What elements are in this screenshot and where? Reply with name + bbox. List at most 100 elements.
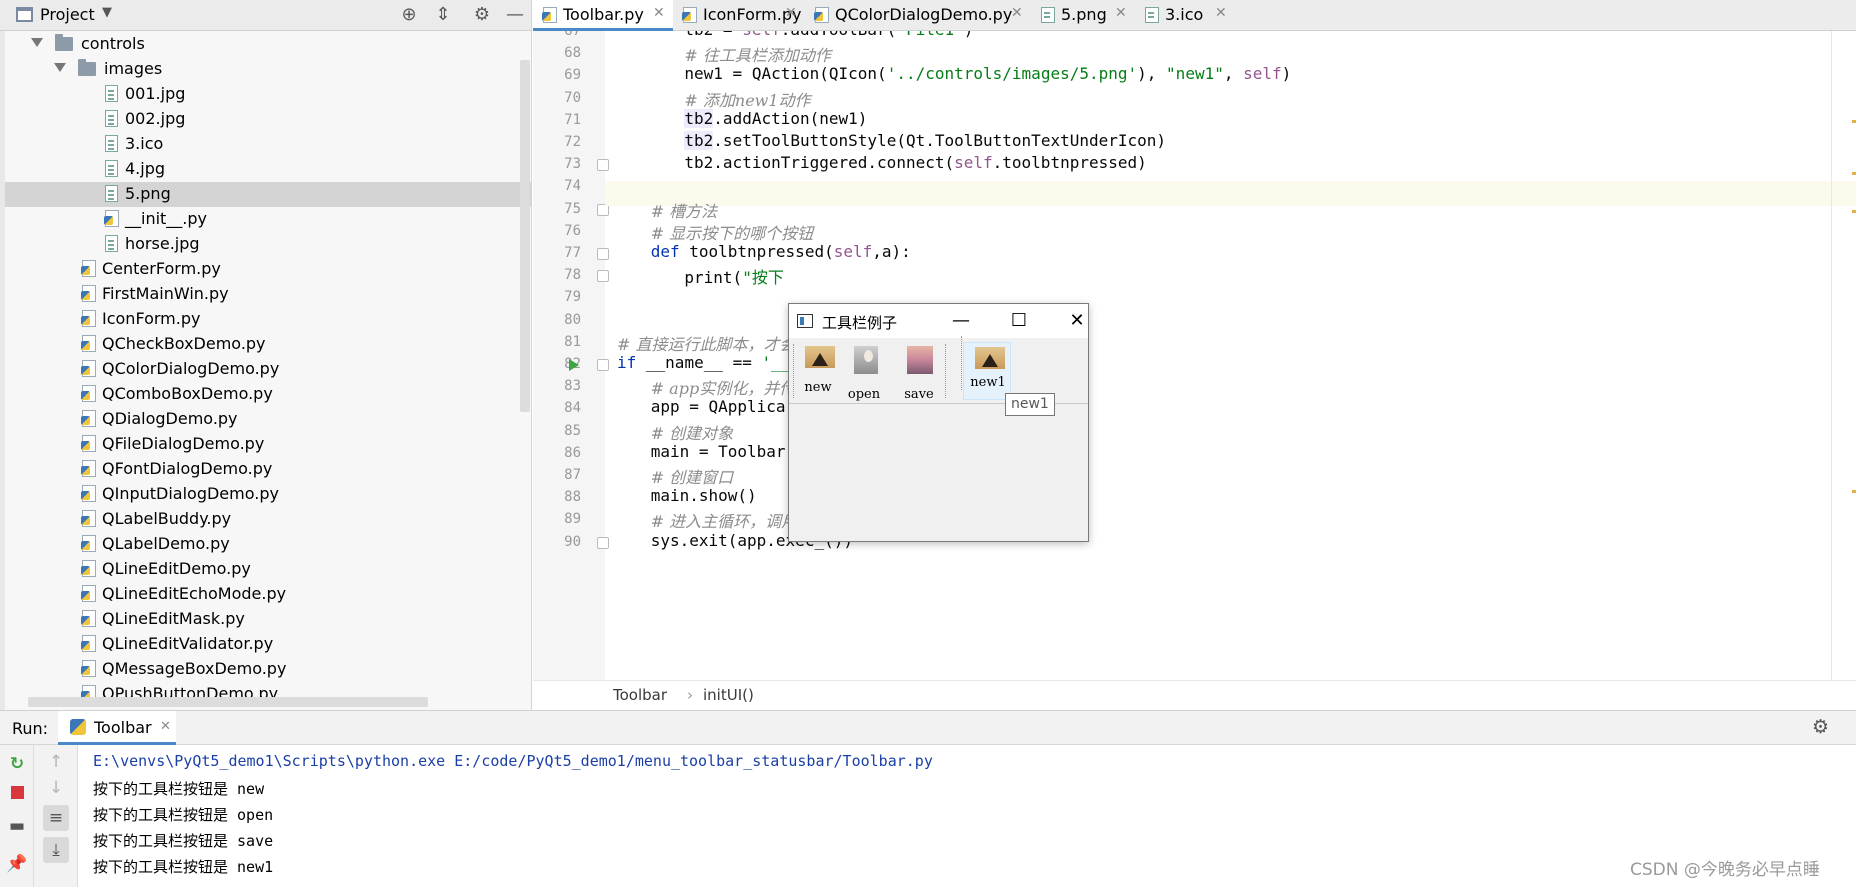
breadcrumb-class[interactable]: Toolbar (613, 686, 667, 704)
project-horizontal-scrollbar[interactable] (28, 697, 428, 707)
soft-wrap-icon[interactable]: ≡ (43, 805, 69, 831)
run-header: Run: Toolbar ✕ ⚙ (0, 711, 1856, 745)
tree-item[interactable]: QFileDialogDemo.py (5, 432, 531, 457)
code-line: tb2.actionTriggered.connect(self.toolbtn… (684, 153, 1146, 178)
hide-panel-icon[interactable]: — (504, 4, 526, 26)
project-vertical-scrollbar[interactable] (520, 60, 530, 412)
tree-item[interactable]: QLineEditDemo.py (5, 557, 531, 582)
editor-tab[interactable]: IconForm.py ✕ (673, 0, 805, 31)
rerun-icon[interactable]: ↻ (4, 751, 30, 777)
minimize-button[interactable]: — (941, 308, 981, 334)
run-tab-toolbar[interactable]: Toolbar ✕ (58, 711, 176, 745)
toolbar-button-open[interactable]: open (840, 342, 888, 402)
fold-marker-icon[interactable] (597, 159, 609, 172)
tree-item[interactable]: QLineEditValidator.py (5, 632, 531, 657)
editor-tab-bar: Toolbar.py ✕ IconForm.py ✕ QColorDialogDemo.… (533, 0, 1856, 31)
python-icon (70, 719, 86, 735)
line-number: 72 (564, 134, 581, 150)
close-button[interactable]: ✕ (1057, 308, 1097, 334)
code-token: # 直接运行此脚本，才会 (617, 334, 796, 354)
close-tab-icon[interactable]: ✕ (1115, 5, 1127, 21)
tree-item-label: QLabelBuddy.py (102, 509, 232, 528)
editor-tab[interactable]: Toolbar.py ✕ (533, 0, 673, 31)
tree-item[interactable]: __init__.py (5, 207, 531, 232)
tree-item[interactable]: 4.jpg (5, 157, 531, 182)
tree-item[interactable]: QLabelBuddy.py (5, 507, 531, 532)
code-token: # app实例化，并传 (650, 379, 796, 399)
tree-item[interactable]: FirstMainWin.py (5, 282, 531, 307)
pin-tab-icon[interactable]: 📌 (4, 851, 30, 877)
project-view-dropdown-icon[interactable]: ▼ (102, 5, 112, 20)
toolbar-button-new[interactable]: new (794, 342, 842, 400)
code-editor[interactable]: 67 68 69 70 71 72 73 74 75 76 77 78 79 80 81 82 83 84 85 86… (533, 31, 1856, 680)
fold-marker-icon[interactable] (597, 270, 609, 283)
qt-toolbar-example-window[interactable]: 工具栏例子 — ☐ ✕ new open save new1 (788, 303, 1089, 542)
tree-item[interactable]: controls (5, 32, 531, 57)
layout-icon[interactable]: ▬ (4, 813, 30, 839)
stripe-mark[interactable] (1852, 490, 1856, 493)
toolbar-button-new1[interactable]: new1 (963, 342, 1011, 400)
scroll-down-icon[interactable]: ↓ (43, 775, 69, 801)
tree-item[interactable]: 002.jpg (5, 107, 531, 132)
tree-item[interactable]: QComboBoxDemo.py (5, 382, 531, 407)
close-tab-icon[interactable]: ✕ (1011, 5, 1023, 21)
tree-item[interactable]: IconForm.py (5, 307, 531, 332)
line-number: 69 (564, 67, 581, 84)
stop-icon[interactable] (4, 779, 30, 805)
locate-file-icon[interactable]: ⊕ (398, 4, 420, 26)
tree-item[interactable]: QLabelDemo.py (5, 532, 531, 557)
expand-arrow-icon[interactable] (31, 38, 43, 47)
project-title[interactable]: Project (40, 5, 95, 24)
stripe-mark[interactable] (1852, 210, 1856, 213)
close-tab-icon[interactable]: ✕ (785, 5, 797, 21)
tree-item[interactable]: QDialogDemo.py (5, 407, 531, 432)
editor-tab[interactable]: 5.png ✕ (1031, 0, 1135, 31)
run-gutter-icon[interactable] (569, 359, 579, 371)
fold-marker-icon[interactable] (597, 359, 609, 371)
python-file-icon (81, 435, 96, 452)
tree-item[interactable]: QColorDialogDemo.py (5, 357, 531, 382)
expand-arrow-icon[interactable] (54, 63, 66, 72)
stripe-mark[interactable] (1852, 120, 1856, 123)
tree-item[interactable]: horse.jpg (5, 232, 531, 257)
code-token: self (833, 242, 873, 261)
python-file-icon (81, 585, 96, 602)
line-number: 78 (564, 267, 581, 284)
tree-item[interactable]: QCheckBoxDemo.py (5, 332, 531, 357)
tree-item[interactable]: QFontDialogDemo.py (5, 457, 531, 482)
python-file-icon (542, 7, 557, 23)
editor-tab-label: 5.png (1061, 5, 1107, 24)
stripe-mark[interactable] (1852, 172, 1856, 175)
code-token: .toolbtnpressed) (992, 153, 1147, 173)
tree-item[interactable]: QInputDialogDemo.py (5, 482, 531, 507)
settings-gear-icon[interactable]: ⚙ (471, 4, 493, 26)
close-tab-icon[interactable]: ✕ (1215, 5, 1227, 21)
tree-item-label: QDialogDemo.py (102, 409, 238, 428)
breadcrumb-method[interactable]: initUI() (703, 686, 754, 704)
error-stripe (1852, 110, 1856, 510)
tree-item-label: IconForm.py (102, 309, 201, 328)
tree-item[interactable]: 5.png (5, 182, 531, 207)
maximize-button[interactable]: ☐ (999, 308, 1039, 334)
tree-item[interactable]: QLineEditMask.py (5, 607, 531, 632)
qt-titlebar[interactable]: 工具栏例子 — ☐ ✕ (789, 304, 1088, 338)
fold-marker-icon[interactable] (597, 248, 609, 260)
tree-item[interactable]: 3.ico (5, 132, 531, 157)
console-output-line: 按下的工具栏按钮是 open (93, 806, 274, 824)
editor-tab[interactable]: QColorDialogDemo.py ✕ (805, 0, 1031, 31)
fold-marker-icon[interactable] (597, 536, 609, 549)
tree-item[interactable]: images (5, 57, 531, 82)
scroll-to-end-icon[interactable]: ⤓ (43, 837, 69, 863)
close-tab-icon[interactable]: ✕ (160, 719, 171, 734)
tree-item[interactable]: 001.jpg (5, 82, 531, 107)
tree-item[interactable]: QMessageBoxDemo.py (5, 657, 531, 682)
run-settings-gear-icon[interactable]: ⚙ (1812, 716, 1829, 738)
tree-item[interactable]: CenterForm.py (5, 257, 531, 282)
editor-tab[interactable]: 3.ico ✕ (1135, 0, 1235, 31)
collapse-all-icon[interactable]: ⇕ (432, 4, 454, 26)
close-tab-icon[interactable]: ✕ (653, 5, 665, 21)
toolbar-button-save[interactable]: save (895, 342, 943, 402)
tree-item[interactable]: QLineEditEchoMode.py (5, 582, 531, 607)
console-actions-toolbar: ↑ ↓ ≡ ⤓ (34, 745, 78, 887)
scroll-up-icon[interactable]: ↑ (43, 749, 69, 775)
